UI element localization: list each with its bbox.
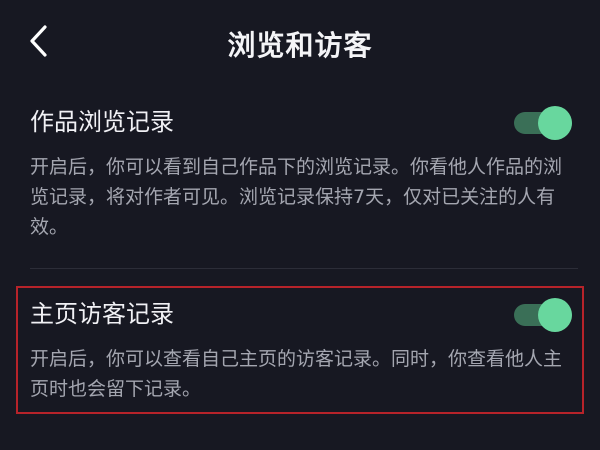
section-title: 作品浏览记录 bbox=[30, 108, 174, 136]
header-bar: 浏览和访客 bbox=[0, 0, 600, 82]
section-work-view-history: 作品浏览记录 开启后，你可以看到自己作品下的浏览记录。你看他人作品的浏览记录，将… bbox=[30, 102, 578, 242]
divider bbox=[30, 268, 578, 269]
section-description: 开启后，你可以看到自己作品下的浏览记录。你看他人作品的浏览记录，将对作者可见。浏… bbox=[30, 156, 563, 238]
section-row: 作品浏览记录 bbox=[30, 102, 578, 142]
toggle-knob bbox=[538, 298, 572, 332]
page-title: 浏览和访客 bbox=[227, 29, 373, 62]
section-description: 开启后，你可以查看自己主页的访客记录。同时，你查看他人主页时也会留下记录。 bbox=[30, 348, 563, 400]
section-profile-visitor-history: 主页访客记录 开启后，你可以查看自己主页的访客记录。同时，你查看他人主页时也会留… bbox=[30, 294, 578, 404]
section-row: 主页访客记录 bbox=[30, 294, 578, 334]
work-view-history-toggle[interactable] bbox=[514, 106, 572, 140]
profile-visitor-toggle[interactable] bbox=[514, 298, 572, 332]
toggle-knob bbox=[538, 106, 572, 140]
section-title: 主页访客记录 bbox=[30, 300, 174, 328]
settings-screen: 浏览和访客 作品浏览记录 开启后，你可以看到自己作品下的浏览记录。你看他人作品的… bbox=[0, 0, 600, 450]
